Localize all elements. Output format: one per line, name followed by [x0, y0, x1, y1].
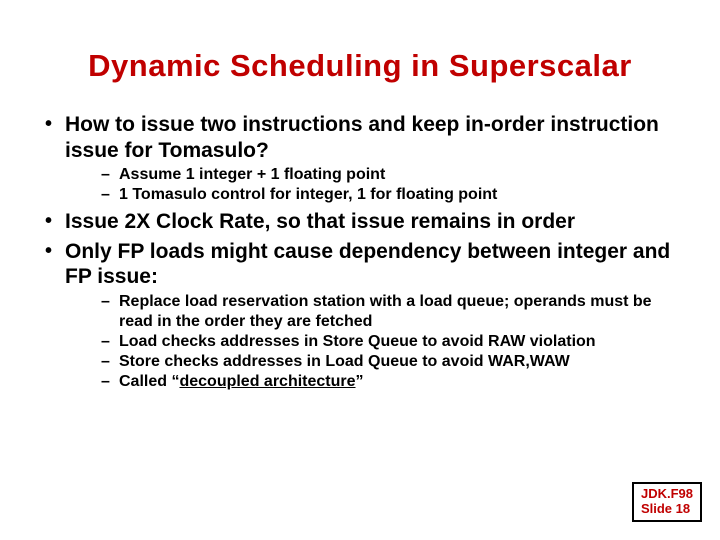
- bullet-item: Issue 2X Clock Rate, so that issue remai…: [35, 209, 685, 235]
- sub-bullet-item: Store checks addresses in Load Queue to …: [65, 352, 685, 372]
- sub-bullet-item: 1 Tomasulo control for integer, 1 for fl…: [65, 185, 685, 205]
- footer-line1: JDK.F98: [641, 487, 693, 502]
- sub-bullet-item: Assume 1 integer + 1 floating point: [65, 165, 685, 185]
- sub-bullet-text-pre: Called “: [119, 373, 179, 390]
- sub-bullet-text-post: ”: [356, 373, 364, 390]
- bullet-text: How to issue two instructions and keep i…: [65, 113, 659, 162]
- slide: Dynamic Scheduling in Superscalar How to…: [0, 0, 720, 540]
- footer-line2: Slide 18: [641, 502, 693, 517]
- bullet-list-level1: How to issue two instructions and keep i…: [35, 112, 685, 392]
- bullet-list-level2: Replace load reservation station with a …: [65, 292, 685, 392]
- bullet-item: How to issue two instructions and keep i…: [35, 112, 685, 205]
- sub-bullet-item: Load checks addresses in Store Queue to …: [65, 332, 685, 352]
- bullet-list-level2: Assume 1 integer + 1 floating point 1 To…: [65, 165, 685, 205]
- bullet-text: Only FP loads might cause dependency bet…: [65, 240, 670, 289]
- slide-title: Dynamic Scheduling in Superscalar: [35, 48, 685, 84]
- slide-footer: JDK.F98 Slide 18: [632, 482, 702, 522]
- sub-bullet-text-underlined: decoupled architecture: [179, 373, 355, 390]
- sub-bullet-item: Replace load reservation station with a …: [65, 292, 685, 332]
- sub-bullet-item: Called “decoupled architecture”: [65, 372, 685, 392]
- bullet-item: Only FP loads might cause dependency bet…: [35, 239, 685, 392]
